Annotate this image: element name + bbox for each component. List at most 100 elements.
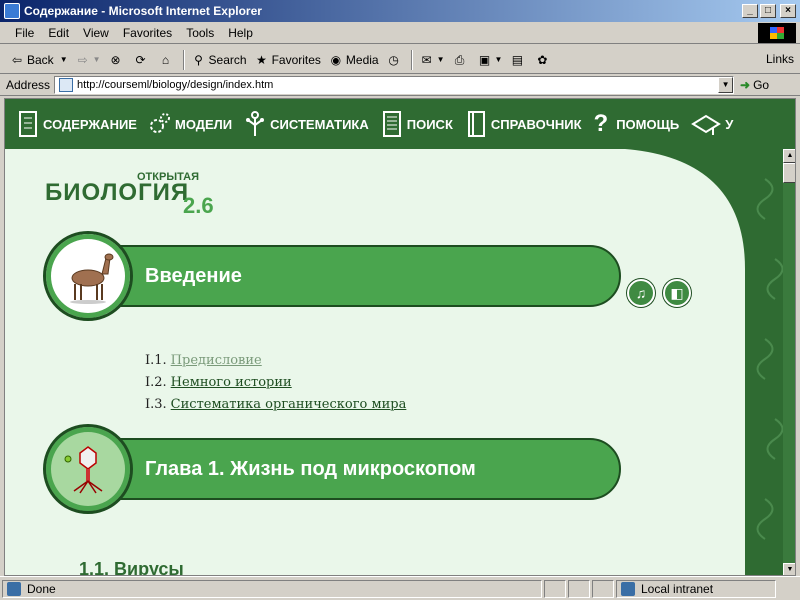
media-button[interactable]: ◉ Media [325,53,383,67]
status-text: Done [27,581,56,596]
mute-button[interactable]: ◧ [663,279,691,307]
status-panel-main: Done [2,579,542,598]
back-button[interactable]: ⇦ Back ▼ [6,53,72,67]
menu-edit[interactable]: Edit [41,26,76,40]
list-item: I.1. Предисловие [145,353,406,375]
menu-favorites[interactable]: Favorites [116,26,179,40]
speaker-mute-icon: ◧ [670,285,684,301]
item-number: I.1. [145,353,167,368]
refresh-button[interactable]: ⟳ [130,53,155,67]
status-bar: Done Local intranet [0,576,800,600]
item-number: I.2. [145,375,167,390]
messenger-icon: ✿ [537,52,548,67]
chapter1-title-bar[interactable]: Глава 1. Жизнь под микроскопом [83,438,621,500]
vertical-scrollbar[interactable]: ▲ ▼ [783,149,795,575]
history-button[interactable]: ◷ [383,53,408,67]
stop-button[interactable]: ⊗ [105,53,130,67]
address-url: http://courseml/biology/design/index.htm [77,78,274,91]
site-navigation: СОДЕРЖАНИЕ МОДЕЛИ СИСТЕМАТИКА ПОИСК СПРА… [5,99,795,149]
virus-illustration-icon [43,424,133,514]
status-panel [544,579,566,598]
forward-button[interactable]: ⇨ ▼ [72,53,105,67]
menu-view[interactable]: View [76,26,116,40]
nav-reference-label: СПРАВОЧНИК [490,116,582,132]
intro-title-bar[interactable]: Введение [83,245,621,307]
scroll-down-button[interactable]: ▼ [783,563,795,575]
list-item: I.3. Систематика органического мира [145,397,406,419]
nav-search-label: ПОИСК [406,116,453,132]
scroll-thumb[interactable] [783,163,795,183]
chapter1-subsection-title[interactable]: 1.1. Вирусы [79,559,184,575]
gears-icon [149,113,170,133]
intro-title: Введение [145,264,242,287]
nav-reference[interactable]: СПРАВОЧНИК [465,110,582,138]
logo-version: 2.6 [183,193,214,218]
logo-title: БИОЛОГИЯ [45,179,190,206]
discuss-icon: ▤ [511,52,524,67]
favorites-star-icon: ★ [256,52,267,67]
print-icon: ⎙ [454,52,465,67]
home-icon: ⌂ [161,52,170,67]
close-button[interactable]: × [780,4,796,18]
question-mark-icon: ? [593,110,609,137]
nav-systematics-label: СИСТЕМАТИКА [270,116,369,132]
mail-icon: ✉ [421,52,432,67]
windows-logo-icon [758,23,796,43]
nav-search[interactable]: ПОИСК [381,110,453,138]
edit-icon: ▣ [478,52,491,67]
messenger-button[interactable]: ✿ [531,53,556,67]
page-icon [59,77,74,92]
nav-contents[interactable]: СОДЕРЖАНИЕ [17,110,137,138]
ie-app-icon [4,3,20,19]
window-title: Содержание - Microsoft Internet Explorer [24,4,262,18]
menu-tools[interactable]: Tools [179,26,221,40]
edit-button[interactable]: ▣ ▼ [474,53,507,67]
zone-text: Local intranet [641,581,714,596]
stop-icon: ⊗ [110,52,121,67]
nav-help-label: ПОМОЩЬ [616,116,680,132]
menu-bar: File Edit View Favorites Tools Help [0,22,800,44]
graduation-cap-icon [691,114,722,135]
toolbar: ⇦ Back ▼ ⇨ ▼ ⊗ ⟳ ⌂ ⚲ Search ★ Favorites ◉ Medi… [0,46,800,74]
nav-more[interactable]: У [691,110,733,138]
go-button[interactable]: ➜ Go [740,78,769,92]
toc-link-history[interactable]: Немного истории [171,375,292,397]
menu-file[interactable]: File [8,26,41,40]
favorites-button[interactable]: ★ Favorites [251,53,325,67]
chapter1-title: Глава 1. Жизнь под микроскопом [145,457,476,480]
scroll-up-button[interactable]: ▲ [783,149,795,163]
nav-help[interactable]: ? ПОМОЩЬ [594,110,680,138]
minimize-button[interactable]: _ [742,4,758,18]
document-search-icon [382,111,401,137]
address-input[interactable]: http://courseml/biology/design/index.htm… [54,75,735,94]
discuss-button[interactable]: ▤ [506,53,531,67]
deer-illustration-icon [43,231,133,321]
maximize-button[interactable]: □ [760,4,776,18]
book-icon [19,111,37,137]
sound-button[interactable]: ♫ [627,279,655,307]
search-button[interactable]: ⚲ Search [188,53,251,67]
nav-systematics[interactable]: СИСТЕМАТИКА [244,110,369,138]
intro-contents-list: I.1. Предисловие I.2. Немного истории I.… [145,353,406,419]
print-button[interactable]: ⎙ [449,53,474,67]
browser-window: Содержание - Microsoft Internet Explorer… [0,0,800,600]
list-item: I.2. Немного истории [145,375,406,397]
refresh-icon: ⟳ [135,52,146,67]
address-dropdown-button[interactable]: ▼ [718,76,734,93]
intranet-icon [621,581,635,596]
media-icon: ◉ [330,52,342,67]
title-bar: Содержание - Microsoft Internet Explorer… [0,0,800,22]
menu-help[interactable]: Help [221,26,260,40]
toc-link-preface[interactable]: Предисловие [171,353,262,375]
toc-link-systematics[interactable]: Систематика органического мира [171,397,407,419]
links-label[interactable]: Links [766,52,794,66]
page-viewport: СОДЕРЖАНИЕ МОДЕЛИ СИСТЕМАТИКА ПОИСК СПРА… [4,98,796,576]
decorative-side-panel [625,149,795,575]
go-arrow-icon: ➜ [740,77,751,92]
music-note-icon: ♫ [635,285,647,301]
home-button[interactable]: ⌂ [155,53,180,67]
nav-models[interactable]: МОДЕЛИ [149,110,232,138]
reference-book-icon [467,111,485,137]
back-arrow-icon: ⇦ [11,52,23,67]
mail-button[interactable]: ✉ ▼ [416,53,449,67]
